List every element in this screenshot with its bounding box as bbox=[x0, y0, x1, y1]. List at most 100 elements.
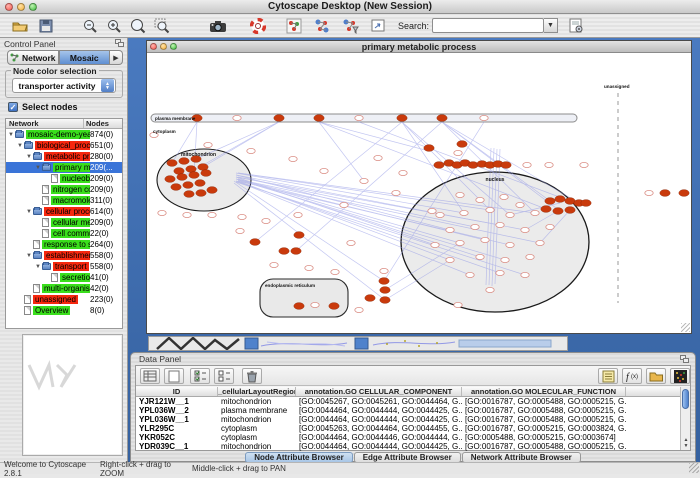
filter-network-icon[interactable] bbox=[340, 16, 360, 36]
new-attribute-icon[interactable] bbox=[164, 368, 184, 384]
tree-row[interactable]: cellular metabol209(0) bbox=[6, 217, 122, 228]
tree-row[interactable]: ▼biological_process651(0) bbox=[6, 140, 122, 151]
tree-row[interactable]: secretion41(0) bbox=[6, 272, 122, 283]
float-panel-icon[interactable] bbox=[115, 39, 124, 47]
tree-row[interactable]: unassigned223(0) bbox=[6, 294, 122, 305]
table-column-header[interactable]: annotation.GO CELLULAR_COMPONENT bbox=[296, 387, 462, 396]
tree-row[interactable]: macromolecule311(0) bbox=[6, 195, 122, 206]
import-network-icon[interactable] bbox=[284, 16, 304, 36]
import-attributes-icon[interactable] bbox=[646, 368, 666, 384]
attribute-table[interactable]: ID_cellularLayoutRegionannotation.GO CEL… bbox=[136, 387, 682, 450]
table-scrollbar[interactable]: ▲▼ bbox=[680, 387, 690, 450]
attribute-grid-icon[interactable] bbox=[140, 368, 160, 384]
control-panel-title: Control Panel bbox=[4, 39, 56, 49]
table-cell: [GO:0005488, GO:0005215, GO:0003674] bbox=[462, 433, 626, 442]
tree-row[interactable]: nucleobase-209(0) bbox=[6, 173, 122, 184]
tree-row[interactable]: ▼cellular process614(0) bbox=[6, 206, 122, 217]
expand-triangle-icon[interactable]: ▼ bbox=[8, 130, 15, 140]
cytoscape-app: Cytoscape Desktop (New Session) Search: bbox=[0, 0, 700, 474]
attribute-table-header[interactable]: ID_cellularLayoutRegionannotation.GO CEL… bbox=[136, 387, 682, 397]
tree-node-label[interactable]: mosaic-demo-yeast bbox=[26, 130, 100, 139]
expand-triangle-icon[interactable]: ▼ bbox=[35, 163, 42, 173]
delete-attribute-icon[interactable] bbox=[242, 368, 262, 384]
tree-node-count: 874(0) bbox=[90, 129, 122, 140]
tree-row[interactable]: ▼establishment of lo558(0) bbox=[6, 250, 122, 261]
unselect-attributes-icon[interactable] bbox=[214, 368, 234, 384]
background-window-sliver[interactable] bbox=[148, 336, 568, 351]
tree-row[interactable]: ▼metabolic process280(0) bbox=[6, 151, 122, 162]
data-panel-inner: f(x) ID_cellularLayoutRegionannotation.G… bbox=[135, 365, 691, 451]
tree-row[interactable]: response to stimulu264(0) bbox=[6, 239, 122, 250]
expand-triangle-icon[interactable]: ▼ bbox=[17, 141, 24, 151]
table-row[interactable]: YPL036W__2plasma membrane[GO:0044464, GO… bbox=[136, 406, 682, 415]
window-resize-grip[interactable] bbox=[681, 323, 690, 332]
tree-row[interactable]: nitrogen compo209(0) bbox=[6, 184, 122, 195]
float-data-panel-icon[interactable] bbox=[680, 355, 689, 363]
snapshot-camera-icon[interactable] bbox=[208, 16, 228, 36]
table-row[interactable]: YPL036W__1mitochondrion[GO:0044464, GO:0… bbox=[136, 415, 682, 424]
table-row[interactable]: YDR039C__1mitochondrion[GO:0044464, GO:0… bbox=[136, 442, 682, 451]
tab-node-attribute-browser[interactable]: Node Attribute Browser bbox=[245, 452, 353, 462]
zoom-in-icon[interactable] bbox=[104, 16, 124, 36]
table-column-header[interactable]: ID bbox=[136, 387, 218, 396]
app-resize-grip[interactable] bbox=[689, 463, 699, 473]
tree-node-label[interactable]: transport bbox=[53, 262, 89, 271]
status-zoom-hint: Right-click + drag to ZOOM bbox=[100, 460, 192, 478]
save-session-icon[interactable] bbox=[36, 16, 56, 36]
help-lifering-icon[interactable] bbox=[248, 16, 268, 36]
attribute-matrix-icon[interactable] bbox=[670, 368, 690, 384]
table-column-header[interactable]: annotation.GO MOLECULAR_FUNCTION bbox=[462, 387, 626, 396]
tree-row[interactable]: Overview8(0) bbox=[6, 305, 122, 316]
node-color-dropdown[interactable]: transporter activity ▲▼ bbox=[12, 78, 116, 93]
tree-row[interactable]: ▼transport558(0) bbox=[6, 261, 122, 272]
expand-triangle-icon[interactable]: ▼ bbox=[26, 251, 33, 261]
search-input[interactable] bbox=[432, 18, 544, 33]
tab-edge-attribute-browser[interactable]: Edge Attribute Browser bbox=[354, 452, 461, 462]
table-scrollbar-thumb[interactable] bbox=[682, 389, 689, 409]
search-dropdown-button[interactable]: ▼ bbox=[544, 18, 558, 33]
tab-overflow-arrow[interactable]: ▶ bbox=[110, 50, 123, 65]
function-builder-icon[interactable]: f(x) bbox=[622, 368, 642, 384]
data-panel: Data Panel bbox=[130, 352, 696, 462]
tree-row[interactable]: cell communicat22(0) bbox=[6, 228, 122, 239]
tab-network-attribute-browser[interactable]: Network Attribute Browser bbox=[462, 452, 581, 462]
vizmapper-icon[interactable] bbox=[312, 16, 332, 36]
zoom-selected-icon[interactable] bbox=[152, 16, 172, 36]
folder-icon bbox=[33, 208, 42, 215]
zoom-out-icon[interactable] bbox=[80, 16, 100, 36]
select-all-attributes-icon[interactable] bbox=[190, 368, 210, 384]
network-view-window[interactable]: primary metabolic process plasma membran… bbox=[146, 40, 692, 334]
tree-node-label[interactable]: Overview bbox=[33, 306, 70, 315]
table-cell: plasma membrane bbox=[218, 406, 296, 415]
tab-mosaic[interactable]: Mosaic bbox=[59, 50, 111, 65]
tree-column-nodes[interactable]: Nodes bbox=[84, 119, 122, 128]
expand-triangle-icon[interactable]: ▼ bbox=[35, 262, 42, 272]
table-column-header[interactable]: _cellularLayoutRegion bbox=[218, 387, 296, 396]
expand-triangle-icon[interactable]: ▼ bbox=[26, 152, 33, 162]
table-row[interactable]: YLR295Ccytoplasm[GO:0045263, GO:0044464,… bbox=[136, 424, 682, 433]
annotation-icon[interactable] bbox=[368, 16, 388, 36]
svg-text:f: f bbox=[626, 372, 630, 382]
tree-header[interactable]: Network Nodes bbox=[6, 119, 122, 129]
birdseye-view[interactable] bbox=[22, 334, 123, 456]
select-nodes-checkbox[interactable]: ✓ bbox=[8, 102, 18, 112]
notepad-icon[interactable] bbox=[598, 368, 618, 384]
network-window-titlebar[interactable]: primary metabolic process bbox=[147, 41, 691, 53]
zoom-fit-icon[interactable] bbox=[128, 16, 148, 36]
table-scrollbar-arrows[interactable]: ▲▼ bbox=[681, 437, 691, 449]
region-label: mitochondrion bbox=[181, 152, 216, 158]
advanced-search-icon[interactable] bbox=[566, 16, 586, 36]
tree-column-network[interactable]: Network bbox=[6, 119, 84, 128]
table-row[interactable]: YJR121W__1mitochondrion[GO:0045267, GO:0… bbox=[136, 397, 682, 406]
network-canvas[interactable]: plasma membranecytoplasmmitochondrionnuc… bbox=[148, 53, 690, 333]
tree-node-count: 42(0) bbox=[90, 283, 122, 294]
tree-row[interactable]: ▼primary metabo209(... bbox=[6, 162, 122, 173]
table-cell: mitochondrion bbox=[218, 442, 296, 451]
tree-node-label[interactable]: unassigned bbox=[33, 295, 78, 304]
table-row[interactable]: YKR052Ccytoplasm[GO:0044464, GO:0044446,… bbox=[136, 433, 682, 442]
open-session-icon[interactable] bbox=[10, 16, 30, 36]
tree-row[interactable]: multi-organism pro42(0) bbox=[6, 283, 122, 294]
tab-network[interactable]: Network bbox=[7, 50, 59, 65]
expand-triangle-icon[interactable]: ▼ bbox=[26, 207, 33, 217]
tree-row[interactable]: ▼ mosaic-demo-yeast874(0) bbox=[6, 129, 122, 140]
